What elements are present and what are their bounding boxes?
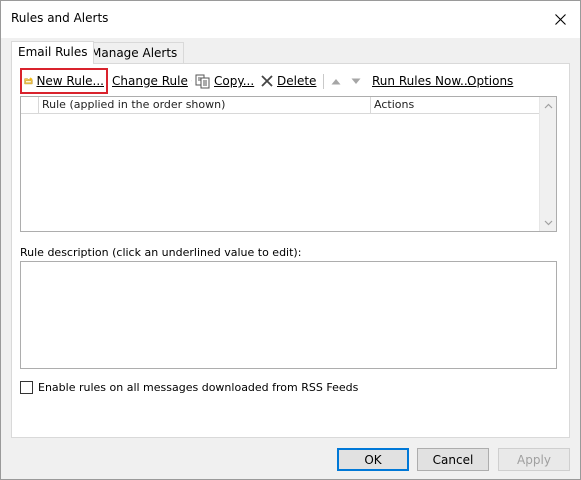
title-bar: Rules and Alerts (1, 1, 580, 38)
email-rules-panel: New Rule... Change Rule Copy... Delete R… (11, 63, 570, 438)
change-rule-button[interactable]: Change Rule (112, 68, 192, 94)
rules-list-header: Rule (applied in the order shown) Action… (21, 97, 540, 114)
rule-description-box[interactable] (20, 261, 557, 369)
chevron-up-icon (544, 103, 553, 108)
chevron-down-icon (544, 220, 553, 225)
ok-button[interactable]: OK (337, 448, 409, 471)
folder-new-icon (24, 77, 33, 85)
scroll-down-button[interactable] (544, 218, 553, 227)
new-rule-label: New Rule... (36, 74, 104, 88)
rss-rules-option[interactable]: Enable rules on all messages downloaded … (20, 381, 358, 394)
cancel-button[interactable]: Cancel (417, 448, 489, 471)
move-down-button[interactable] (351, 68, 365, 94)
copy-label: Copy... (214, 74, 255, 88)
rules-list-scrollbar[interactable] (539, 97, 556, 231)
new-rule-button[interactable]: New Rule... (20, 68, 108, 94)
tab-email-rules[interactable]: Email Rules (11, 41, 95, 64)
arrow-up-icon (331, 78, 341, 84)
column-header-rule[interactable]: Rule (applied in the order shown) (42, 98, 225, 111)
delete-label: Delete (277, 74, 317, 88)
scroll-up-button[interactable] (544, 101, 553, 110)
change-rule-label: Change Rule (112, 74, 188, 88)
delete-button[interactable]: Delete (260, 68, 320, 94)
copy-button[interactable]: Copy... (195, 68, 257, 94)
toolbar-separator (323, 74, 324, 89)
options-button[interactable]: Options (467, 68, 515, 94)
copy-icon (195, 74, 210, 88)
rules-toolbar: New Rule... Change Rule Copy... Delete R… (20, 68, 565, 94)
close-button[interactable] (546, 5, 574, 33)
column-header-actions[interactable]: Actions (374, 98, 414, 111)
arrow-down-icon (351, 78, 361, 84)
rules-and-alerts-dialog: Rules and Alerts Email Rules Manage Aler… (0, 0, 581, 480)
close-icon (554, 13, 566, 25)
rss-rules-label: Enable rules on all messages downloaded … (38, 381, 359, 394)
column-divider (370, 97, 371, 114)
rule-description-label: Rule description (click an underlined va… (20, 246, 302, 259)
tab-manage-alerts[interactable]: Manage Alerts (84, 42, 185, 64)
run-rules-now-button[interactable]: Run Rules Now... (372, 68, 472, 94)
move-up-button[interactable] (331, 68, 345, 94)
rss-rules-checkbox[interactable] (20, 381, 33, 394)
window-title: Rules and Alerts (11, 11, 109, 25)
column-divider (38, 97, 39, 114)
chevron-down-icon (191, 80, 192, 82)
options-label: Options (467, 74, 514, 88)
delete-x-icon (261, 75, 273, 87)
run-rules-now-label: Run Rules Now... (372, 74, 472, 88)
rules-list[interactable]: Rule (applied in the order shown) Action… (20, 96, 557, 232)
apply-button[interactable]: Apply (498, 448, 570, 471)
